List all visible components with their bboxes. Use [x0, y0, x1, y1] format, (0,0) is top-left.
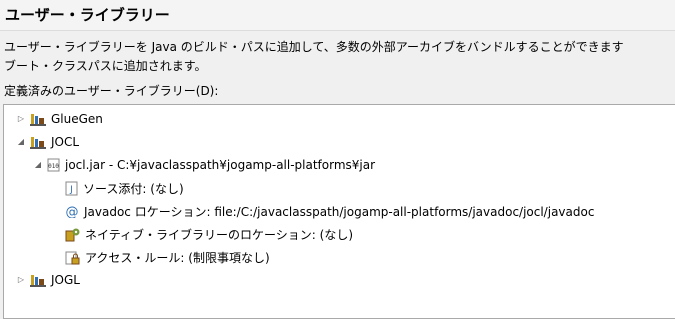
tree-node-label: アクセス・ルール: (制限事項なし) [85, 250, 270, 265]
jar-icon: 010 [47, 158, 60, 172]
library-icon [30, 137, 46, 149]
user-library-tree[interactable]: ▷ GlueGen ◢ JOCL ◢ 010 jocl.jar - C:¥jav… [3, 104, 675, 319]
tree-node-jar[interactable]: ◢ 010 jocl.jar - C:¥javaclasspath¥jogamp… [33, 155, 375, 175]
source-attachment-icon: J [65, 181, 78, 195]
tree-node-label: GlueGen [51, 112, 103, 126]
tree-node-label: JOCL [51, 135, 80, 149]
dialog-description: ユーザー・ライブラリーを Java のビルド・パスに追加して、多数の外部アーカイ… [4, 38, 675, 76]
tree-node-label: JOGL [51, 273, 80, 287]
description-line-1: ユーザー・ライブラリーを Java のビルド・パスに追加して、多数の外部アーカイ… [4, 40, 624, 54]
tree-node-jocl[interactable]: ◢ JOCL [16, 132, 79, 152]
tree-node-label: ソース添付: (なし) [83, 181, 184, 196]
tree-node-gluegen[interactable]: ▷ GlueGen [16, 109, 103, 129]
tree-node-access-rules[interactable]: アクセス・ルール: (制限事項なし) [65, 247, 270, 267]
svg-text:010: 010 [48, 163, 59, 170]
expand-arrow-icon[interactable]: ▷ [16, 275, 26, 285]
library-icon [30, 114, 46, 126]
collapse-arrow-icon[interactable]: ◢ [33, 160, 43, 170]
tree-node-source-attachment[interactable]: J ソース添付: (なし) [65, 178, 184, 198]
tree-node-label: Javadoc ロケーション: file:/C:/javaclasspath/j… [84, 204, 595, 219]
tree-node-label: ネイティブ・ライブラリーのロケーション: (なし) [85, 227, 354, 242]
native-library-icon [65, 228, 80, 241]
dialog-title: ユーザー・ライブラリー [5, 6, 170, 24]
access-rules-icon [65, 251, 80, 264]
description-line-2: ブート・クラスパスに追加されます。 [4, 59, 207, 73]
library-icon [30, 275, 46, 287]
collapse-arrow-icon[interactable]: ◢ [16, 137, 26, 147]
expand-arrow-icon[interactable]: ▷ [16, 114, 26, 124]
dialog-title-bar: ユーザー・ライブラリー [0, 0, 675, 31]
tree-node-label: jocl.jar - C:¥javaclasspath¥jogamp-all-p… [65, 158, 376, 172]
javadoc-icon: @ [66, 205, 79, 218]
tree-node-javadoc[interactable]: @ Javadoc ロケーション: file:/C:/javaclasspath… [65, 201, 595, 221]
tree-node-jogl[interactable]: ▷ JOGL [16, 270, 80, 290]
tree-label: 定義済みのユーザー・ライブラリー(D): [4, 84, 219, 98]
svg-text:J: J [69, 185, 73, 195]
svg-text:@: @ [66, 205, 79, 218]
tree-node-native-library[interactable]: ネイティブ・ライブラリーのロケーション: (なし) [65, 224, 353, 244]
